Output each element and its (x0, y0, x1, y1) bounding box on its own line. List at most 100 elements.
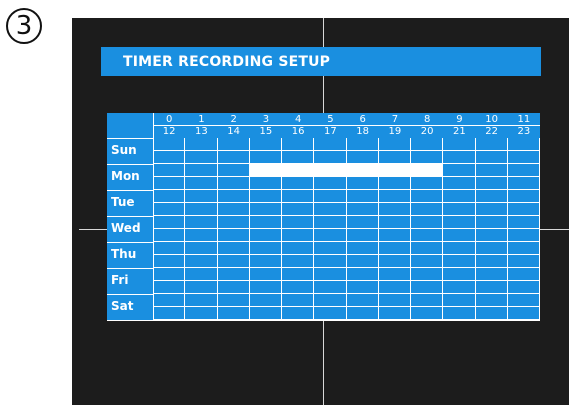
schedule-cell[interactable] (217, 164, 250, 177)
schedule-cell[interactable] (378, 177, 411, 190)
schedule-cell[interactable] (185, 294, 218, 307)
schedule-cell[interactable] (475, 216, 508, 229)
schedule-cell[interactable] (378, 268, 411, 281)
schedule-cell[interactable] (153, 294, 186, 307)
schedule-cell[interactable] (411, 177, 444, 190)
schedule-cell[interactable] (378, 294, 411, 307)
schedule-cell-active[interactable] (314, 164, 347, 177)
schedule-cell[interactable] (475, 164, 508, 177)
schedule-cell[interactable] (378, 190, 411, 203)
schedule-cell[interactable] (346, 151, 379, 164)
schedule-cell[interactable] (217, 242, 250, 255)
schedule-cell[interactable] (185, 177, 218, 190)
schedule-cell[interactable] (443, 216, 476, 229)
schedule-cell-active[interactable] (282, 164, 315, 177)
schedule-cell[interactable] (443, 203, 476, 216)
schedule-cell[interactable] (249, 190, 282, 203)
schedule-cell[interactable] (411, 268, 444, 281)
schedule-cell[interactable] (249, 242, 282, 255)
schedule-cell[interactable] (378, 281, 411, 294)
schedule-cell[interactable] (282, 151, 315, 164)
schedule-cell[interactable] (443, 138, 476, 151)
schedule-cell[interactable] (411, 229, 444, 242)
schedule-cell[interactable] (217, 203, 250, 216)
schedule-cell[interactable] (217, 216, 250, 229)
schedule-cell-active[interactable] (411, 164, 444, 177)
schedule-cell[interactable] (282, 307, 315, 320)
schedule-cell[interactable] (378, 242, 411, 255)
schedule-cell[interactable] (346, 216, 379, 229)
schedule-cell[interactable] (378, 229, 411, 242)
schedule-cell[interactable] (217, 190, 250, 203)
schedule-cell[interactable] (507, 255, 540, 268)
schedule-cell[interactable] (443, 229, 476, 242)
schedule-cell[interactable] (153, 307, 186, 320)
schedule-cell[interactable] (153, 151, 186, 164)
schedule-cell[interactable] (411, 151, 444, 164)
schedule-cell[interactable] (346, 307, 379, 320)
schedule-cell[interactable] (217, 281, 250, 294)
schedule-cell[interactable] (507, 138, 540, 151)
schedule-cell[interactable] (282, 242, 315, 255)
schedule-cell[interactable] (346, 190, 379, 203)
schedule-cell[interactable] (153, 203, 186, 216)
schedule-cell[interactable] (249, 138, 282, 151)
schedule-cell[interactable] (153, 164, 186, 177)
schedule-cell[interactable] (185, 138, 218, 151)
schedule-cell[interactable] (282, 255, 315, 268)
schedule-cell[interactable] (249, 203, 282, 216)
schedule-cell[interactable] (249, 255, 282, 268)
schedule-cell[interactable] (443, 255, 476, 268)
schedule-cell[interactable] (217, 138, 250, 151)
schedule-cell[interactable] (153, 190, 186, 203)
schedule-cell[interactable] (185, 151, 218, 164)
schedule-cell[interactable] (282, 216, 315, 229)
schedule-cell[interactable] (411, 281, 444, 294)
schedule-cell[interactable] (411, 255, 444, 268)
schedule-cell[interactable] (443, 190, 476, 203)
schedule-cell[interactable] (411, 190, 444, 203)
schedule-cell[interactable] (185, 307, 218, 320)
schedule-cell[interactable] (507, 307, 540, 320)
schedule-cell[interactable] (411, 138, 444, 151)
schedule-cell[interactable] (314, 151, 347, 164)
schedule-cell[interactable] (314, 307, 347, 320)
schedule-cell[interactable] (217, 307, 250, 320)
schedule-cell[interactable] (314, 216, 347, 229)
schedule-cell[interactable] (507, 268, 540, 281)
schedule-cell[interactable] (185, 281, 218, 294)
schedule-cell[interactable] (443, 177, 476, 190)
schedule-cell[interactable] (475, 255, 508, 268)
schedule-cell[interactable] (443, 164, 476, 177)
schedule-cell[interactable] (314, 203, 347, 216)
schedule-cell[interactable] (475, 151, 508, 164)
schedule-cell[interactable] (507, 203, 540, 216)
schedule-cell[interactable] (346, 229, 379, 242)
schedule-cell[interactable] (346, 281, 379, 294)
schedule-cell[interactable] (378, 151, 411, 164)
schedule-cell[interactable] (346, 255, 379, 268)
schedule-cell[interactable] (185, 216, 218, 229)
schedule-cell[interactable] (249, 151, 282, 164)
schedule-cell[interactable] (411, 203, 444, 216)
schedule-cell[interactable] (411, 294, 444, 307)
schedule-cell[interactable] (217, 255, 250, 268)
schedule-cell[interactable] (475, 203, 508, 216)
schedule-cell[interactable] (185, 164, 218, 177)
schedule-cell[interactable] (185, 268, 218, 281)
schedule-cell[interactable] (153, 138, 186, 151)
schedule-cell[interactable] (314, 177, 347, 190)
schedule-cell[interactable] (475, 242, 508, 255)
schedule-cell[interactable] (185, 242, 218, 255)
schedule-cell[interactable] (249, 307, 282, 320)
schedule-cell[interactable] (249, 229, 282, 242)
schedule-cell-active[interactable] (378, 164, 411, 177)
schedule-cell[interactable] (475, 281, 508, 294)
schedule-cell[interactable] (475, 190, 508, 203)
schedule-cell[interactable] (443, 307, 476, 320)
schedule-cell[interactable] (475, 307, 508, 320)
schedule-cell[interactable] (475, 138, 508, 151)
schedule-cell[interactable] (217, 268, 250, 281)
schedule-cell-active[interactable] (346, 164, 379, 177)
schedule-cell-active[interactable] (249, 164, 282, 177)
